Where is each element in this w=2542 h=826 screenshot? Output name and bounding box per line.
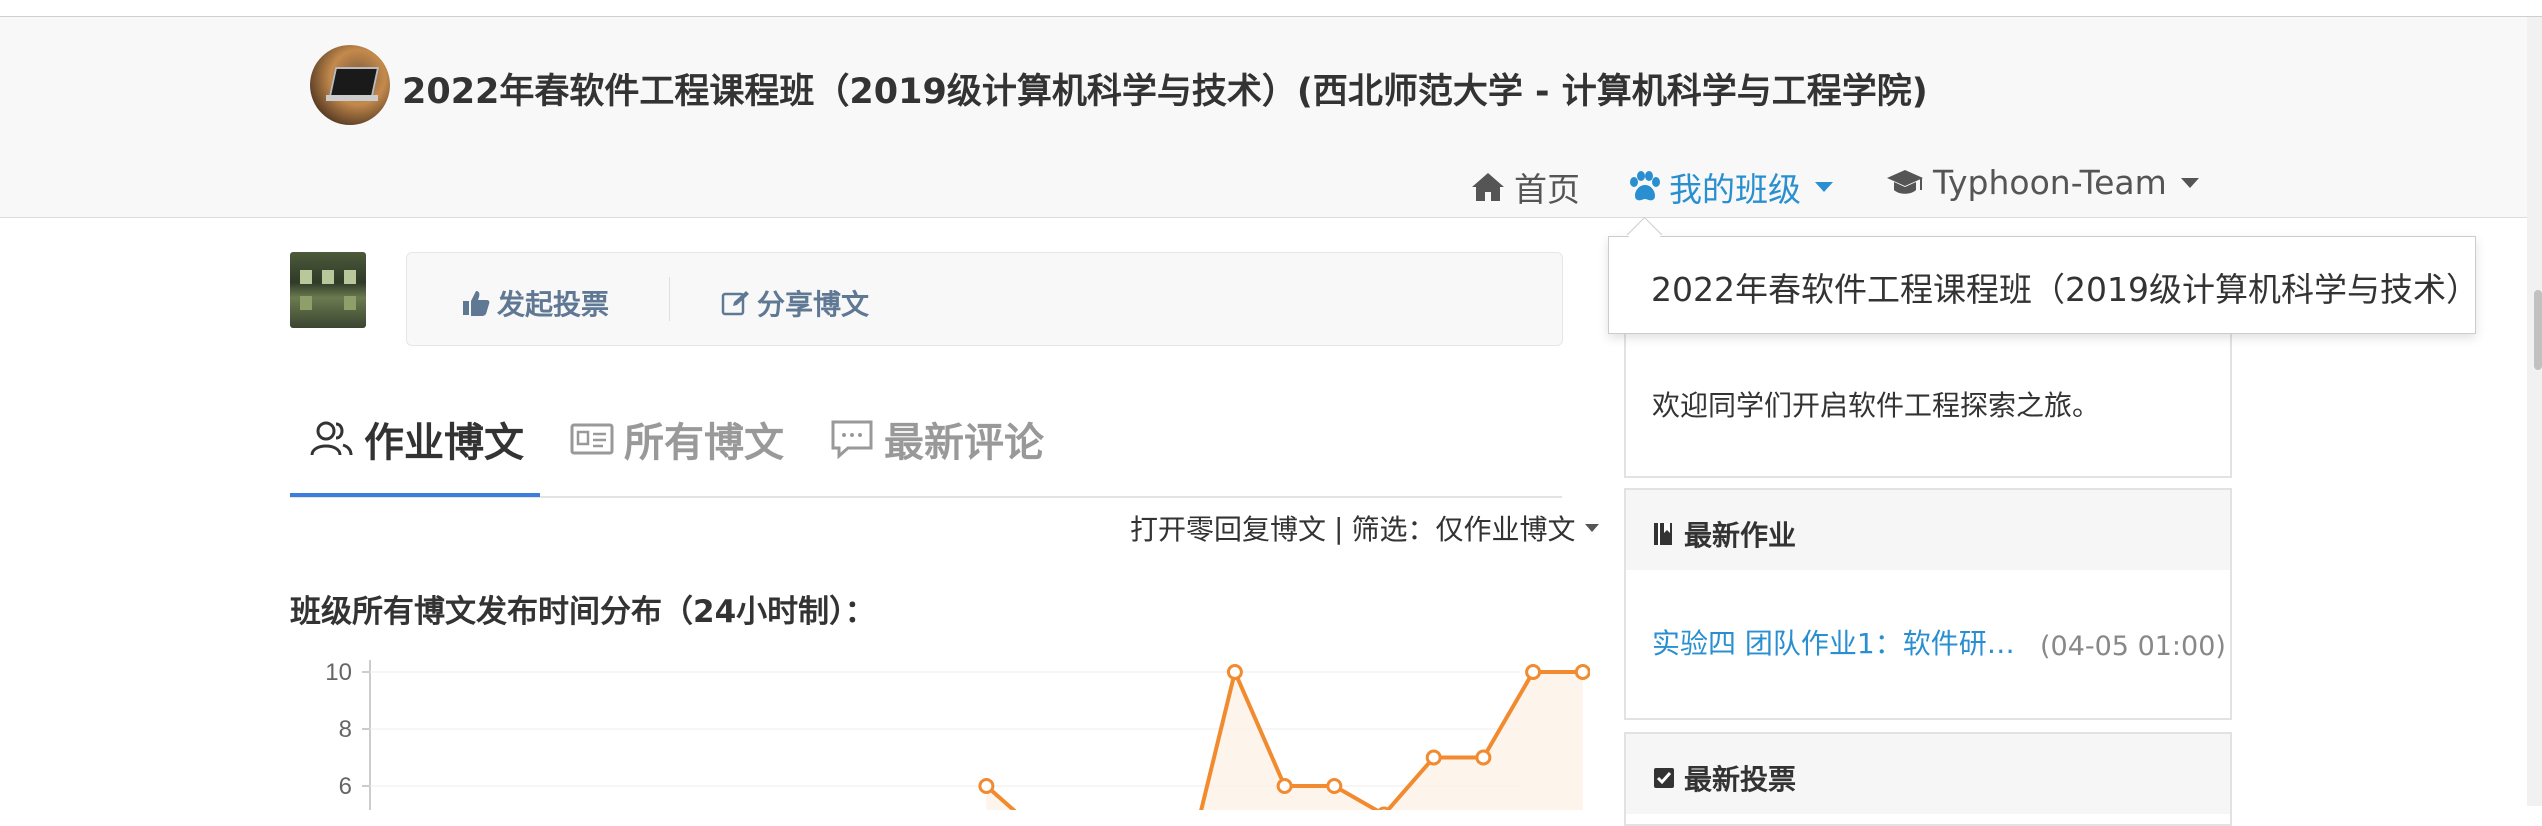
nav-home-label: 首页: [1514, 170, 1580, 209]
homework-item: 实验四 团队作业1：软件研发团队组建(04-05 01:00): [1652, 622, 2226, 662]
chevron-down-icon[interactable]: [1585, 524, 1600, 532]
y-tick-label: 10: [325, 659, 352, 686]
latest-vote-title: 最新投票: [1652, 758, 1796, 798]
nav-my-class-label: 我的班级: [1669, 170, 1801, 209]
chevron-down-icon: [1815, 182, 1833, 192]
comment-icon: [831, 420, 873, 459]
data-point: [978, 778, 995, 794]
scrollbar-thumb[interactable]: [2534, 290, 2542, 370]
data-point: [1377, 806, 1391, 810]
avatar-detail: [300, 270, 312, 284]
data-point: [1276, 778, 1293, 794]
site-header: 2022年春软件工程课程班（2019级计算机科学与技术）(西北师范大学 - 计算…: [0, 17, 2542, 218]
data-point: [1425, 749, 1442, 766]
homework-date: (04-05 01:00): [2040, 631, 2226, 662]
thumbs-up-icon: [463, 291, 490, 316]
home-icon: [1472, 173, 1504, 201]
nav-team[interactable]: Typhoon-Team: [1885, 163, 2199, 202]
site-title[interactable]: 2022年春软件工程课程班（2019级计算机科学与技术）(西北师范大学 - 计算…: [402, 63, 1928, 114]
user-avatar[interactable]: [290, 252, 366, 328]
graduation-cap-icon: [1887, 169, 1923, 194]
panel-header: 最新投票: [1626, 734, 2230, 814]
tab-homework-posts[interactable]: 作业博文: [310, 410, 524, 468]
latest-homework-panel: 最新作业 实验四 团队作业1：软件研发团队组建(04-05 01:00): [1624, 488, 2232, 720]
blog-tabs: 作业博文 所有博文 最新评论: [290, 410, 1562, 498]
intro-text: 欢迎同学们开启软件工程探索之旅。: [1652, 389, 2101, 422]
tab-comments-label: 最新评论: [884, 420, 1044, 466]
avatar-detail: [344, 296, 356, 310]
tab-all-label: 所有博文: [624, 420, 784, 466]
checkbox-icon: [1654, 768, 1674, 788]
avatar-detail: [300, 296, 312, 310]
data-point: [1525, 664, 1542, 680]
post-filter: 打开零回复博文 | 筛选：仅作业博文: [1130, 508, 1600, 548]
data-point: [1475, 749, 1492, 766]
data-point: [1226, 664, 1243, 680]
users-icon: [310, 421, 353, 456]
start-vote-button[interactable]: 发起投票: [461, 283, 609, 323]
dropdown-item-class[interactable]: 2022年春软件工程课程班（2019级计算机科学与技术）: [1651, 263, 2479, 311]
panel-header: 最新作业: [1626, 490, 2230, 570]
browser-top-strip: [0, 0, 2542, 17]
data-point: [1326, 778, 1343, 794]
class-dropdown-menu: 2022年春软件工程课程班（2019级计算机科学与技术）: [1608, 236, 2479, 334]
tab-latest-comments[interactable]: 最新评论: [830, 410, 1044, 468]
action-bar: 发起投票 分享博文: [406, 252, 1563, 346]
tab-homework-label: 作业博文: [364, 420, 524, 466]
open-zero-reply-link[interactable]: 打开零回复博文: [1130, 508, 1326, 548]
share-blog-label: 分享博文: [757, 288, 870, 321]
latest-vote-panel: 最新投票: [1624, 732, 2232, 826]
tab-all-posts[interactable]: 所有博文: [570, 410, 784, 468]
share-blog-button[interactable]: 分享博文: [721, 283, 869, 323]
nav-my-class[interactable]: 我的班级: [1627, 163, 1833, 211]
class-logo[interactable]: [310, 45, 390, 125]
edit-icon: [721, 291, 749, 316]
post-time-chart: 6 8 10: [325, 659, 1590, 810]
y-tick-label: 6: [339, 773, 352, 800]
chart-title: 班级所有博文发布时间分布（24小时制）：: [290, 594, 876, 630]
avatar-detail: [322, 270, 334, 284]
data-point: [1574, 664, 1590, 680]
id-card-icon: [570, 423, 614, 455]
paw-icon: [1630, 171, 1660, 201]
laptop-base: [326, 95, 378, 101]
latest-homework-label: 最新作业: [1684, 519, 1797, 552]
scrollbar-track[interactable]: [2527, 17, 2542, 806]
avatar-detail: [344, 270, 356, 284]
nav-team-label: Typhoon-Team: [1933, 163, 2167, 202]
chevron-down-icon: [2180, 177, 2199, 188]
filter-dropdown[interactable]: 筛选：仅作业博文: [1351, 508, 1575, 548]
y-tick-label: 8: [339, 716, 352, 743]
nav-home[interactable]: 首页: [1470, 163, 1580, 211]
latest-vote-label: 最新投票: [1684, 763, 1797, 796]
start-vote-label: 发起投票: [497, 288, 610, 321]
active-tab-indicator: [290, 493, 540, 497]
divider: [669, 277, 670, 321]
book-icon: [1654, 523, 1672, 545]
latest-homework-title: 最新作业: [1652, 514, 1796, 554]
homework-link[interactable]: 实验四 团队作业1：软件研发团队组建: [1652, 622, 2040, 662]
filter-separator: |: [1334, 511, 1344, 545]
laptop-icon: [328, 67, 380, 97]
